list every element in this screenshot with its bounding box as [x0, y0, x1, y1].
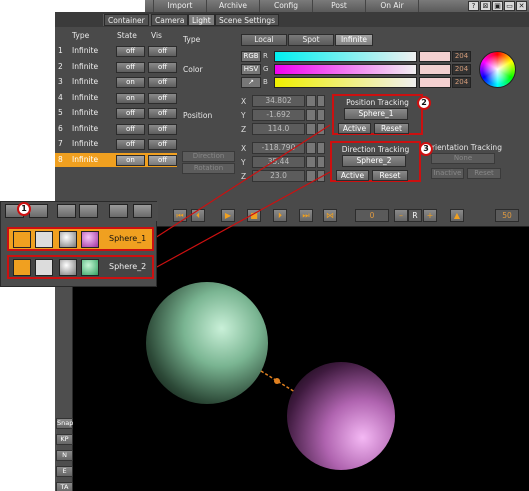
- transform-icon[interactable]: [13, 231, 31, 248]
- tree-label-sphere-1: Sphere_1: [109, 234, 147, 243]
- callout-1: 1: [17, 202, 31, 216]
- zoom-out-icon[interactable]: [133, 204, 152, 218]
- zoom-in-icon[interactable]: [109, 204, 128, 218]
- callout-2: 2: [417, 96, 431, 110]
- sphere-geometry-icon[interactable]: [59, 231, 77, 248]
- axis-icon[interactable]: [35, 231, 53, 248]
- text-icon[interactable]: [79, 204, 98, 218]
- transform-icon[interactable]: [13, 259, 31, 276]
- viz-artist-light-editor: Import Archive Config Post On Air ? ⊠ ▣ …: [0, 0, 529, 491]
- tree-row-sphere-1[interactable]: Sphere_1: [7, 227, 154, 251]
- sphere-geometry-icon[interactable]: [59, 259, 77, 276]
- merge-icon[interactable]: [57, 204, 76, 218]
- axis-icon[interactable]: [35, 259, 53, 276]
- curve-icon[interactable]: [29, 204, 48, 218]
- callout-3: 3: [419, 142, 433, 156]
- material-icon[interactable]: [81, 259, 99, 276]
- material-icon[interactable]: [81, 231, 99, 248]
- tree-row-sphere-2[interactable]: Sphere_2: [7, 255, 154, 279]
- tree-label-sphere-2: Sphere_2: [109, 262, 147, 271]
